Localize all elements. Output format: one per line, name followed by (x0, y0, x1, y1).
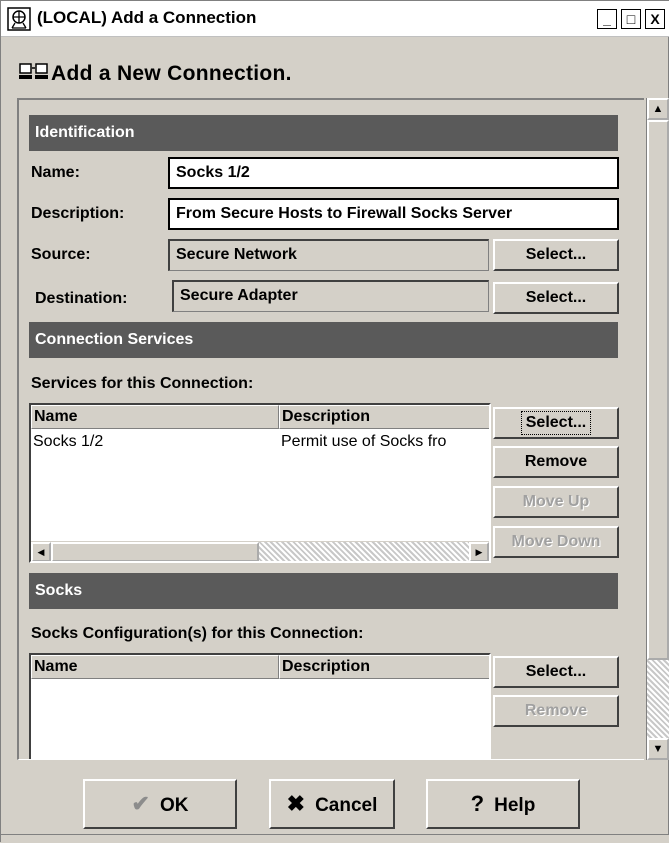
checkmark-icon: ✔ (131, 791, 150, 816)
socks-column-header-description[interactable]: Description (279, 655, 489, 679)
socks-select-button[interactable]: Select... (493, 656, 619, 688)
source-label: Source: (31, 246, 91, 263)
description-label: Description: (31, 205, 125, 222)
help-icon: ? (470, 791, 485, 816)
scroll-thumb[interactable] (51, 542, 259, 561)
column-header-description[interactable]: Description (279, 405, 489, 429)
ok-label: OK (159, 795, 189, 816)
dialog-window: (LOCAL) Add a Connection _ □ X Add a New… (0, 0, 669, 843)
app-icon (7, 7, 31, 31)
services-select-label: Select... (520, 411, 592, 435)
title-bar[interactable]: (LOCAL) Add a Connection _ □ X (1, 1, 669, 37)
horizontal-scrollbar[interactable]: ◀ ▶ (31, 541, 489, 561)
destination-select-button[interactable]: Select... (493, 282, 619, 314)
socks-table[interactable]: Name Description (29, 653, 491, 759)
scroll-left-button[interactable]: ◀ (31, 542, 51, 561)
identification-header: Identification (29, 115, 618, 151)
row-description: Permit use of Socks fro (281, 433, 447, 450)
window-title: (LOCAL) Add a Connection (37, 8, 257, 27)
close-button[interactable]: X (645, 9, 665, 29)
socks-column-header-name[interactable]: Name (31, 655, 279, 679)
socks-header: Socks (29, 573, 618, 609)
move-up-button[interactable]: Move Up (493, 486, 619, 518)
help-button[interactable]: ? Help (426, 779, 580, 829)
move-down-button[interactable]: Move Down (493, 526, 619, 558)
socks-remove-button[interactable]: Remove (493, 695, 619, 727)
form-panel: Identification Name: Socks 1/2 Descripti… (17, 98, 644, 760)
connection-services-header: Connection Services (29, 322, 618, 358)
ok-button[interactable]: ✔ OK (83, 779, 237, 829)
cancel-button[interactable]: ✖ Cancel (269, 779, 395, 829)
minimize-button[interactable]: _ (597, 9, 617, 29)
column-header-name[interactable]: Name (31, 405, 279, 429)
maximize-button[interactable]: □ (621, 9, 641, 29)
cancel-label: Cancel (315, 795, 378, 816)
description-input[interactable]: From Secure Hosts to Firewall Socks Serv… (168, 198, 619, 230)
destination-field: Secure Adapter (172, 280, 489, 312)
vertical-scrollbar[interactable]: ▲ ▼ (646, 98, 669, 760)
connection-icon (19, 61, 49, 83)
destination-label: Destination: (35, 290, 128, 307)
vertical-scroll-track[interactable] (647, 660, 669, 738)
scroll-down-button[interactable]: ▼ (647, 738, 669, 760)
source-field: Secure Network (168, 239, 489, 271)
table-row[interactable]: Socks 1/2 Permit use of Socks fro (31, 429, 489, 455)
scroll-up-button[interactable]: ▲ (647, 98, 669, 120)
help-label: Help (494, 795, 536, 816)
x-icon: ✖ (286, 791, 306, 816)
services-list-label: Services for this Connection: (31, 375, 254, 392)
scroll-right-button[interactable]: ▶ (469, 542, 489, 561)
socks-list-label: Socks Configuration(s) for this Connecti… (31, 625, 364, 642)
services-select-button[interactable]: Select... (493, 407, 619, 439)
dialog-heading: Add a New Connection. (51, 62, 292, 85)
services-table[interactable]: Name Description Socks 1/2 Permit use of… (29, 403, 491, 563)
services-remove-button[interactable]: Remove (493, 446, 619, 478)
name-input[interactable]: Socks 1/2 (168, 157, 619, 189)
vertical-scroll-thumb[interactable] (647, 120, 669, 660)
row-name: Socks 1/2 (33, 433, 104, 450)
source-select-button[interactable]: Select... (493, 239, 619, 271)
name-label: Name: (31, 164, 80, 181)
